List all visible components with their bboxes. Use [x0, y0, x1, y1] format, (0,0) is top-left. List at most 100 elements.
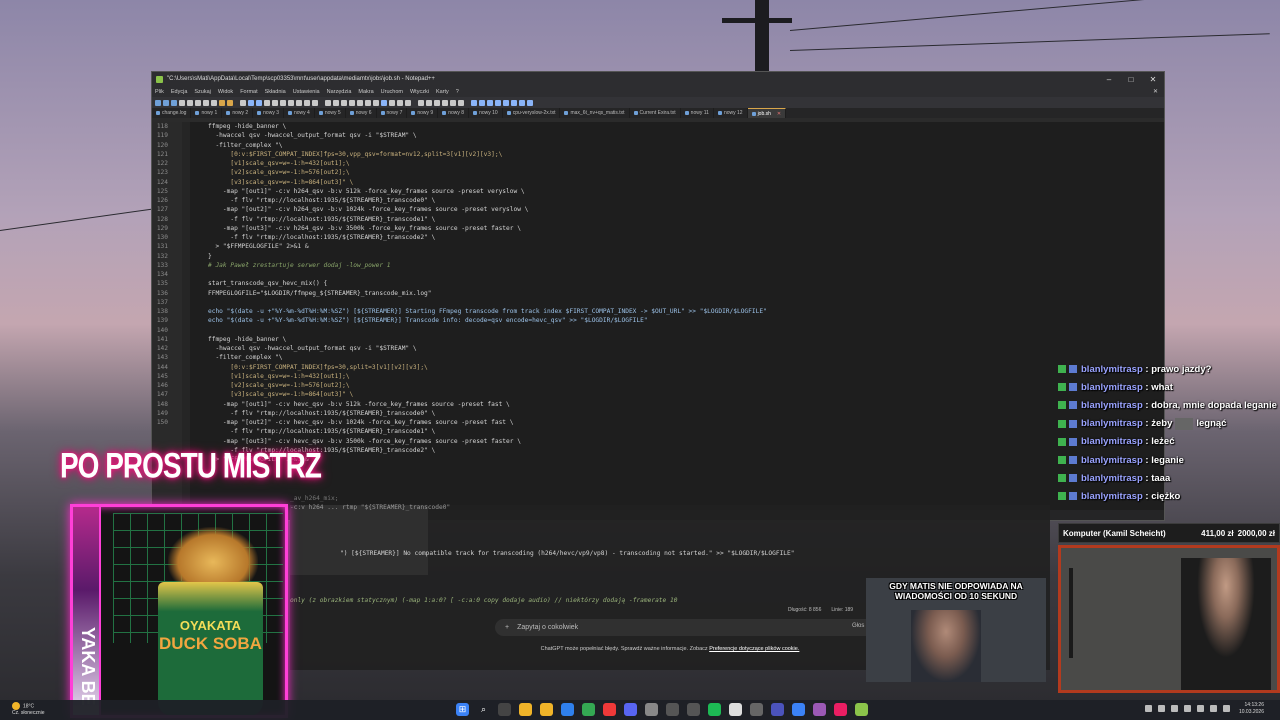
toolbar-icon[interactable]	[373, 99, 379, 106]
search-icon[interactable]: ⌕	[477, 703, 490, 716]
tab-change-log[interactable]: change.log	[152, 108, 192, 118]
tab-nowy-7[interactable]: nowy 7	[377, 108, 408, 118]
toolbar-icon[interactable]	[248, 99, 254, 106]
toolbar-icon[interactable]	[519, 99, 525, 106]
vscode-icon[interactable]	[561, 703, 574, 716]
toolbar-icon[interactable]	[434, 99, 440, 106]
toolbar-icon[interactable]	[264, 99, 270, 106]
chat-username[interactable]: blanlymitrasp	[1081, 418, 1143, 429]
file-explorer-icon[interactable]	[519, 703, 532, 716]
tab-max-6t-nv-qs-matis-txt[interactable]: max_6t_nv+qs_matis.txt	[560, 108, 630, 118]
tab-nowy-6[interactable]: nowy 6	[346, 108, 377, 118]
toolbar-icon[interactable]	[341, 99, 347, 106]
close-document-icon[interactable]: ✕	[1153, 88, 1158, 95]
plus-icon[interactable]: +	[505, 624, 509, 631]
tab-cpu-veryslow-2x-txt[interactable]: cpu-veryslow-2x.txt	[503, 108, 561, 118]
volume-icon[interactable]	[1223, 705, 1230, 712]
toolbar-icon[interactable]	[442, 99, 448, 106]
tab-nowy-9[interactable]: nowy 9	[407, 108, 439, 118]
minimize-button[interactable]: –	[1098, 72, 1120, 86]
toolbar-icon[interactable]	[397, 99, 403, 106]
toolbar-icon[interactable]	[527, 99, 533, 106]
toolbar-icon[interactable]	[450, 99, 456, 106]
tab-nowy-2[interactable]: nowy 2	[222, 108, 254, 118]
chrome-icon[interactable]	[582, 703, 595, 716]
toolbar-icon[interactable]	[227, 99, 233, 106]
tab-nowy-5[interactable]: nowy 5	[315, 108, 346, 118]
tray-icon[interactable]	[1184, 705, 1191, 712]
maximize-button[interactable]: □	[1120, 72, 1142, 86]
toolbar-icon[interactable]	[296, 99, 302, 106]
tab-nowy-3[interactable]: nowy 3	[253, 108, 284, 118]
tray-icon[interactable]	[1197, 705, 1204, 712]
tab-nowy-8[interactable]: nowy 8	[438, 108, 470, 118]
tab-current-exira-txt[interactable]: Current Exira.txt	[630, 108, 681, 118]
menu-item[interactable]: Ustawienia	[293, 89, 320, 95]
github-icon[interactable]	[729, 703, 742, 716]
toolbar-icon[interactable]	[381, 99, 387, 106]
toolbar-icon[interactable]	[333, 99, 339, 106]
tray-icon[interactable]	[1145, 705, 1152, 712]
code-content[interactable]: 118 ffmpeg -hide_banner \ 119 -hwaccel qsv…	[152, 122, 1164, 464]
toolbar-icon[interactable]	[272, 99, 278, 106]
notepadpp-icon[interactable]	[855, 703, 868, 716]
tab-nowy-1[interactable]: nowy 1	[191, 108, 223, 118]
menu-item[interactable]: Edycja	[171, 89, 188, 95]
toolbar-icon[interactable]	[405, 99, 411, 106]
chat-username[interactable]: blanlymitrasp	[1081, 455, 1143, 466]
app2-icon[interactable]	[813, 703, 826, 716]
toolbar-icon[interactable]	[155, 99, 161, 106]
menu-item[interactable]: Narzędzia	[327, 89, 352, 95]
app3-icon[interactable]	[834, 703, 847, 716]
close-button[interactable]: ✕	[1142, 72, 1164, 86]
toolbar-icon[interactable]	[325, 99, 331, 106]
toolbar-icon[interactable]	[195, 99, 201, 106]
toolbar-icon[interactable]	[171, 99, 177, 106]
settings-icon[interactable]	[750, 703, 763, 716]
teams-icon[interactable]	[771, 703, 784, 716]
toolbar-icon[interactable]	[389, 99, 395, 106]
toolbar-icon[interactable]	[349, 99, 355, 106]
tab-nowy-10[interactable]: nowy 10	[469, 108, 503, 118]
menu-item[interactable]: Widok	[218, 89, 233, 95]
windows-start-icon[interactable]: ⊞	[456, 703, 469, 716]
toolbar-icon[interactable]	[219, 99, 225, 106]
notepad-icon[interactable]	[792, 703, 805, 716]
toolbar-icon[interactable]	[256, 99, 262, 106]
toolbar-icon[interactable]	[495, 99, 501, 106]
window-titlebar[interactable]: "C:\Users\sMati\AppData\Local\Temp\scp03…	[152, 72, 1164, 86]
tray-icon[interactable]	[1158, 705, 1165, 712]
toolbar-icon[interactable]	[312, 99, 318, 106]
tray-icon[interactable]	[1171, 705, 1178, 712]
menu-item[interactable]: Szukaj	[194, 89, 211, 95]
menu-item[interactable]: Format	[240, 89, 257, 95]
close-tab-icon[interactable]: ✕	[777, 111, 781, 117]
toolbar-icon[interactable]	[240, 99, 246, 106]
files-icon[interactable]	[540, 703, 553, 716]
toolbar-icon[interactable]	[511, 99, 517, 106]
weather-widget[interactable]: 18°C Cz. słonecznie	[12, 702, 45, 716]
toolbar-icon[interactable]	[304, 99, 310, 106]
menu-item[interactable]: Makra	[358, 89, 373, 95]
chat-username[interactable]: blanlymitrasp	[1081, 382, 1143, 393]
wifi-icon[interactable]	[1210, 705, 1217, 712]
toolbar-icon[interactable]	[426, 99, 432, 106]
spotify-icon[interactable]	[708, 703, 721, 716]
menu-item[interactable]: Plik	[155, 89, 164, 95]
toolbar-icon[interactable]	[503, 99, 509, 106]
clock[interactable]: 14:13:26 10.03.2026	[1239, 702, 1264, 716]
chat-username[interactable]: blanlymitrasp	[1081, 473, 1143, 484]
cookie-preferences-link[interactable]: Preferencje dotyczące plików cookie.	[709, 646, 799, 652]
menu-item[interactable]: Karty	[436, 89, 449, 95]
toolbar-icon[interactable]	[179, 99, 185, 106]
toolbar-icon[interactable]	[418, 99, 424, 106]
toolbar-icon[interactable]	[187, 99, 193, 106]
menu-item[interactable]: Uruchom	[381, 89, 403, 95]
tab-nowy-12[interactable]: nowy 12	[714, 108, 748, 118]
toolbar-icon[interactable]	[365, 99, 371, 106]
tab-job-sh[interactable]: job.sh ✕	[747, 108, 787, 118]
toolbar-icon[interactable]	[471, 99, 477, 106]
app-icon[interactable]	[645, 703, 658, 716]
chat-username[interactable]: blanlymitrasp	[1081, 436, 1143, 447]
toolbar-icon[interactable]	[211, 99, 217, 106]
